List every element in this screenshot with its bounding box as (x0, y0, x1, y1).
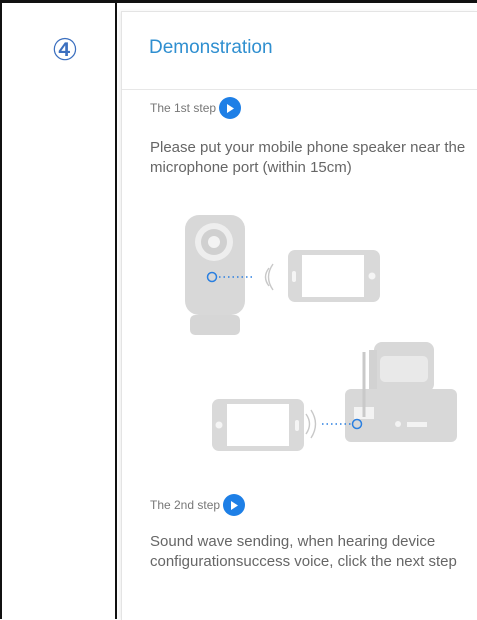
step-number-marker: ④ (51, 33, 79, 68)
frame-column-divider (115, 0, 117, 619)
step2-instruction: Sound wave sending, when hearing device … (150, 533, 457, 570)
frame-top-border (0, 0, 477, 3)
step2-play-button[interactable] (223, 494, 246, 516)
step2-label: The 2nd step (150, 498, 221, 512)
ptz-camera-icon (345, 342, 457, 442)
sound-wave-icon-2 (305, 409, 317, 439)
smartphone-icon-2 (212, 399, 304, 451)
play-icon (231, 500, 239, 510)
demonstration-panel: Demonstration The 1st step Please put yo… (121, 11, 477, 620)
frame-left-border (0, 0, 2, 619)
ptz-camera-phone-illustration (212, 342, 457, 451)
step2-row: The 2nd step (150, 494, 246, 516)
